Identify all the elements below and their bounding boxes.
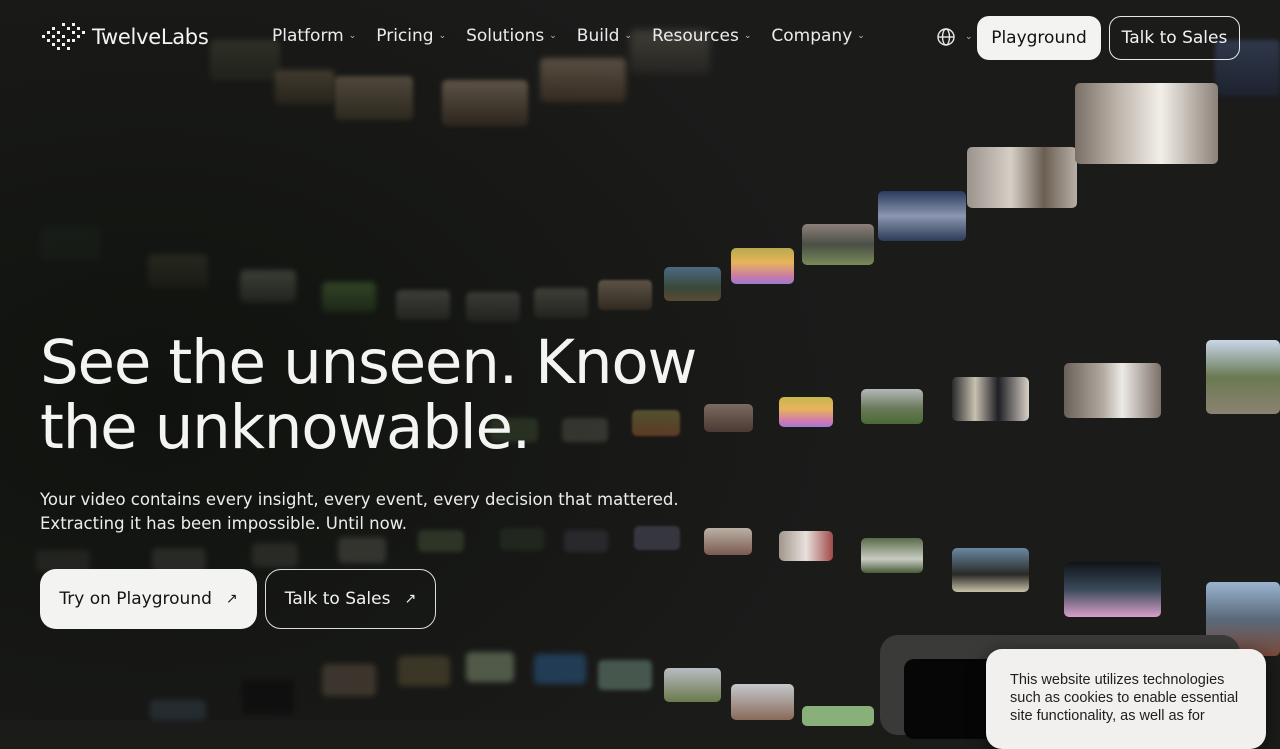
video-thumbnail [664, 668, 721, 702]
video-thumbnail [802, 224, 874, 265]
chevron-down-icon: ⌄ [743, 31, 752, 41]
language-selector[interactable]: ⌄ [936, 27, 973, 47]
nav-item-pricing[interactable]: Pricing ⌄ [376, 26, 446, 46]
video-thumbnail [731, 248, 794, 284]
talk-to-sales-button[interactable]: Talk to Sales [1109, 16, 1240, 60]
nav-item-company[interactable]: Company ⌄ [771, 26, 864, 46]
nav-item-solutions[interactable]: Solutions ⌄ [466, 26, 557, 46]
video-thumbnail [731, 684, 794, 720]
video-thumbnail [967, 147, 1077, 208]
video-thumbnail [322, 664, 376, 696]
nav-item-label: Resources [652, 26, 739, 46]
hero-subtitle: Your video contains every insight, every… [40, 488, 680, 536]
site-header: TwelveLabs Platform ⌄ Pricing ⌄ Solutions ⌄… [0, 0, 1280, 76]
video-thumbnail [1075, 83, 1218, 164]
video-thumbnail [534, 654, 586, 684]
video-thumbnail [534, 288, 588, 318]
globe-icon [937, 28, 955, 46]
chevron-down-icon: ⌄ [624, 31, 633, 41]
video-thumbnail [952, 548, 1029, 592]
video-thumbnail [40, 226, 100, 260]
video-thumbnail [466, 292, 520, 322]
video-thumbnail [861, 538, 923, 573]
video-thumbnail [442, 80, 528, 126]
hero-title: See the unseen. Know the unknowable. [40, 330, 700, 460]
nav-item-label: Platform [272, 26, 344, 46]
nav-item-label: Build [576, 26, 620, 46]
arrow-up-right-icon: ↗ [404, 591, 417, 607]
video-thumbnail [1064, 562, 1161, 617]
brand-name: TwelveLabs [92, 25, 209, 49]
video-thumbnail [322, 282, 376, 312]
cta-label: Try on Playground [59, 589, 212, 609]
video-thumbnail [598, 660, 652, 690]
playground-button[interactable]: Playground [977, 16, 1101, 60]
cta-label: Talk to Sales [284, 589, 391, 609]
main-nav: Platform ⌄ Pricing ⌄ Solutions ⌄ Build ⌄ Res… [272, 26, 885, 46]
hero-title-line: the unknowable. [40, 392, 531, 463]
nav-item-build[interactable]: Build ⌄ [577, 26, 632, 46]
try-playground-button[interactable]: Try on Playground ↗ [40, 569, 257, 629]
nav-item-label: Company [771, 26, 853, 46]
nav-item-resources[interactable]: Resources ⌄ [652, 26, 751, 46]
video-thumbnail [779, 531, 833, 561]
cookie-text: This website utilizes technologies such … [1010, 672, 1239, 724]
video-thumbnail [952, 377, 1029, 421]
video-thumbnail [338, 537, 386, 563]
video-thumbnail [878, 191, 966, 241]
chevron-down-icon: ⌄ [348, 31, 357, 41]
hero-subtitle-line: Your video contains every insight, every… [40, 490, 679, 509]
cookie-banner: This website utilizes technologies such … [986, 649, 1266, 749]
video-thumbnail [150, 700, 206, 720]
video-thumbnail [704, 528, 752, 555]
video-thumbnail [398, 656, 450, 686]
hero-title-line: See the unseen. Know [40, 327, 697, 398]
chevron-down-icon: ⌄ [857, 31, 865, 41]
brand-logo[interactable]: TwelveLabs [40, 20, 209, 54]
video-thumbnail [861, 389, 923, 424]
chevron-down-icon: ⌄ [965, 32, 973, 42]
video-thumbnail [240, 270, 296, 302]
nav-item-label: Pricing [376, 26, 434, 46]
video-thumbnail [242, 680, 294, 714]
video-thumbnail [802, 706, 874, 726]
video-thumbnail [1206, 340, 1280, 414]
video-thumbnail [598, 280, 652, 310]
logo-mark-icon [42, 23, 85, 50]
hero-talk-to-sales-button[interactable]: Talk to Sales ↗ [265, 569, 436, 629]
video-thumbnail [704, 404, 753, 432]
video-thumbnail [779, 397, 833, 427]
video-thumbnail [148, 254, 208, 288]
chevron-down-icon: ⌄ [438, 31, 447, 41]
video-thumbnail [335, 76, 413, 120]
chevron-down-icon: ⌄ [549, 31, 557, 41]
nav-item-platform[interactable]: Platform ⌄ [272, 26, 356, 46]
video-thumbnail [466, 652, 514, 682]
nav-item-label: Solutions [466, 26, 545, 46]
video-thumbnail [664, 267, 721, 301]
video-thumbnail [1064, 363, 1161, 418]
video-thumbnail [252, 543, 298, 567]
hero-subtitle-line: Extracting it has been impossible. Until… [40, 514, 407, 533]
arrow-up-right-icon: ↗ [225, 591, 238, 607]
video-thumbnail [396, 290, 450, 320]
